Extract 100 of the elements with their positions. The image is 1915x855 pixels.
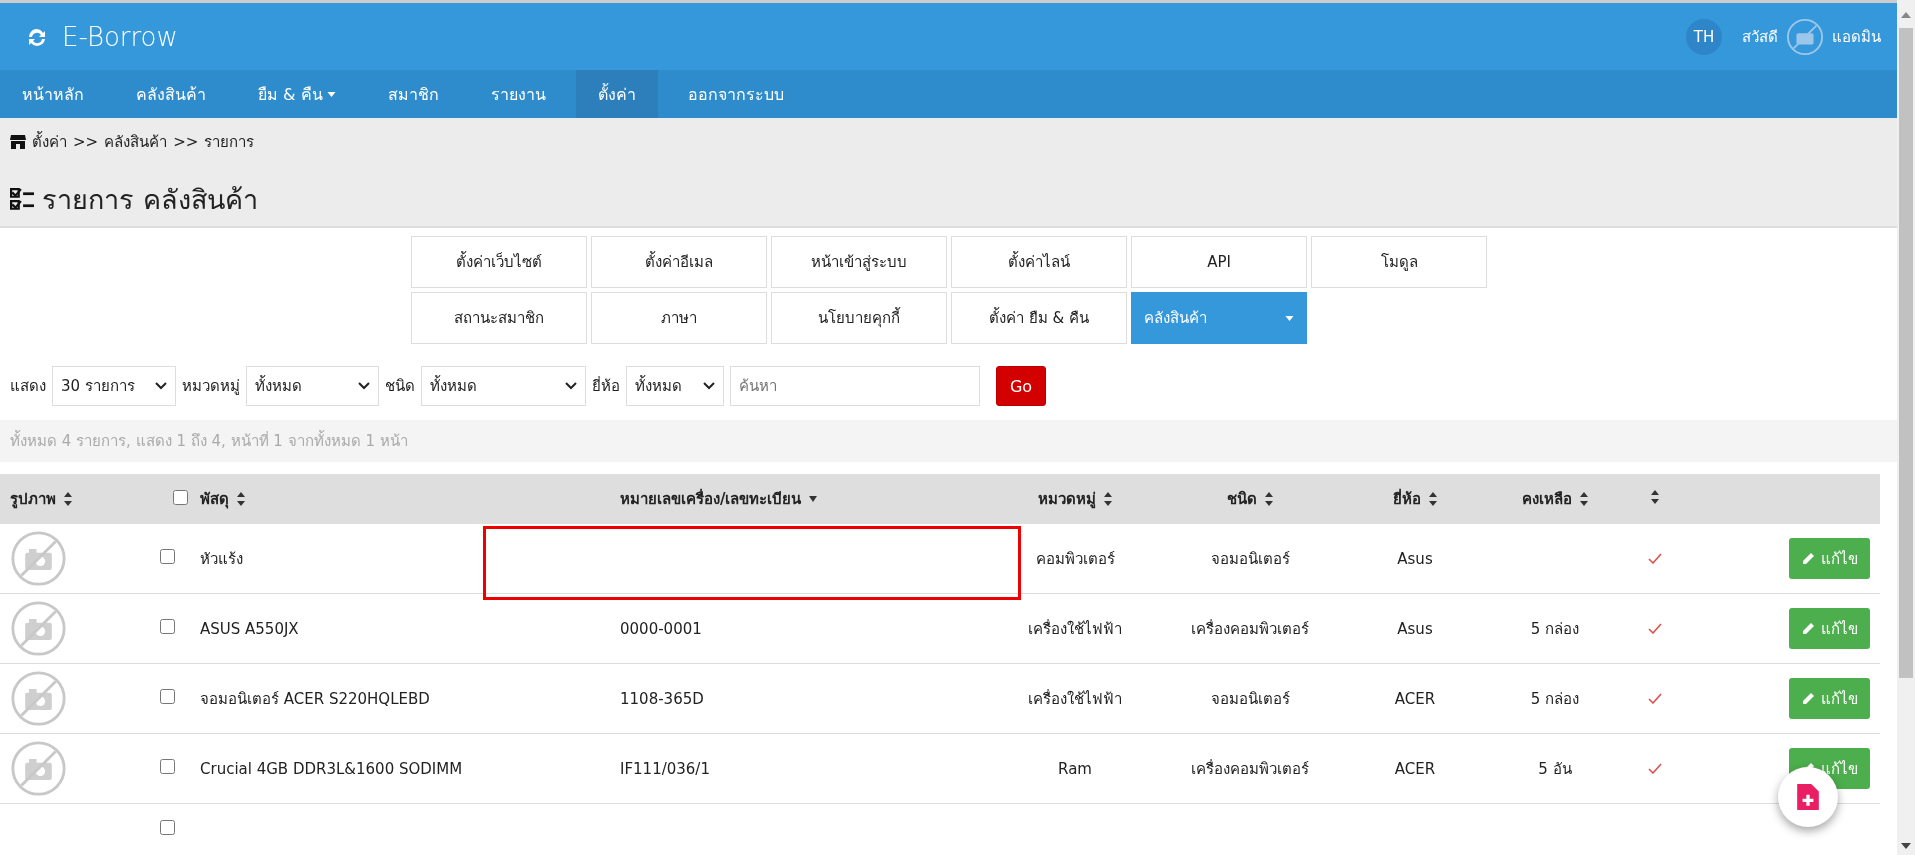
menu-item[interactable]: สมาชิก	[365, 70, 461, 118]
menu-item[interactable]: ตั้งค่า	[575, 70, 658, 118]
table-cell: ACER	[1394, 689, 1436, 708]
settings-tab[interactable]: ตั้งค่าไลน์	[951, 236, 1127, 288]
settings-tab[interactable]: นโยบายคุกกี้	[771, 292, 947, 344]
row-checkbox[interactable]	[160, 759, 175, 774]
pencil-icon	[1801, 551, 1815, 566]
settings-tab[interactable]: ตั้งค่า ยืม & คืน	[951, 292, 1127, 344]
settings-tab[interactable]: สถานะสมาชิก	[411, 292, 587, 344]
settings-tab[interactable]: API	[1131, 236, 1307, 288]
summary-text: ทั้งหมด 4 รายการ, แสดง 1 ถึง 4, หน้าที่ 1 จากทั้งหมด 1 หน้า	[10, 432, 408, 450]
table-cell: จอมอนิเตอร์ ACER S220HQLEBD	[200, 689, 430, 708]
table-cell: Asus	[1397, 619, 1433, 638]
chevron-down-icon	[155, 382, 167, 390]
table-cell: Ram	[1058, 759, 1092, 778]
row-checkbox[interactable]	[160, 549, 175, 564]
page-title: รายการ คลังสินค้า	[42, 183, 258, 217]
sort-icon[interactable]	[1580, 492, 1588, 506]
settings-tab[interactable]: ภาษา	[591, 292, 767, 344]
greeting-text: สวัสดี	[1742, 26, 1778, 48]
row-checkbox[interactable]	[160, 689, 175, 704]
search-field[interactable]: ค้นหา	[730, 366, 980, 406]
table-cell: Asus	[1397, 549, 1433, 568]
table-cell: 5 กล่อง	[1530, 689, 1580, 708]
chevron-down-icon	[703, 382, 715, 390]
language-button[interactable]: TH	[1686, 18, 1722, 55]
checklist-icon	[10, 187, 34, 212]
table-cell: 5 อัน	[1538, 759, 1572, 778]
pencil-icon	[1801, 691, 1815, 706]
column-header[interactable]: หมวดหมู่	[1038, 487, 1096, 511]
filter-dropdown[interactable]: ทั้งหมด	[421, 366, 586, 406]
filter-label: ชนิด	[385, 376, 415, 397]
go-button[interactable]: Go	[996, 366, 1046, 406]
table-cell: Crucial 4GB DDR3L&1600 SODIMM	[200, 759, 463, 778]
menu-item[interactable]: คลังสินค้า	[114, 70, 228, 118]
chevron-down-icon	[565, 382, 577, 390]
sort-icon[interactable]	[1429, 492, 1437, 506]
check-icon[interactable]	[1648, 552, 1662, 564]
no-photo-icon	[10, 530, 67, 587]
scrollbar-thumb[interactable]	[1899, 28, 1913, 678]
sort-icon[interactable]	[1651, 490, 1659, 504]
table-cell: เครื่องคอมพิวเตอร์	[1191, 619, 1309, 638]
table-cell: เครื่องใช้ไฟฟ้า	[1028, 619, 1122, 638]
file-plus-icon	[1797, 784, 1819, 810]
check-icon[interactable]	[1648, 622, 1662, 634]
table-cell: เครื่องคอมพิวเตอร์	[1191, 759, 1309, 778]
row-checkbox[interactable]	[160, 619, 175, 634]
filter-label: ยี่ห้อ	[592, 375, 620, 397]
no-photo-icon	[10, 600, 67, 657]
filter-label: แสดง	[10, 376, 46, 397]
sort-icon[interactable]	[1104, 492, 1112, 506]
no-photo-icon	[10, 670, 67, 727]
table-cell: จอมอนิเตอร์	[1210, 549, 1290, 568]
sort-icon[interactable]	[1265, 492, 1273, 506]
select-all-checkbox[interactable]	[172, 489, 188, 505]
menu-item[interactable]: หน้าหลัก	[0, 70, 106, 118]
filter-dropdown[interactable]: 30 รายการ	[52, 366, 176, 406]
pencil-icon	[1801, 621, 1815, 636]
menu-item[interactable]: ออกจากระบบ	[665, 70, 806, 118]
column-header[interactable]: ยี่ห้อ	[1393, 487, 1421, 511]
menu-item[interactable]: ยืม & คืน	[236, 70, 358, 118]
table-cell: ASUS A550JX	[200, 619, 299, 638]
table-cell: หัวแร้ง	[200, 549, 243, 568]
column-header[interactable]: พัสดุ	[200, 487, 229, 511]
store-icon	[10, 135, 26, 149]
sort-icon[interactable]	[237, 492, 245, 506]
check-icon[interactable]	[1648, 692, 1662, 704]
settings-tab[interactable]: ตั้งค่าเว็บไซต์	[411, 236, 587, 288]
filter-label: หมวดหมู่	[182, 376, 240, 397]
scroll-up-icon[interactable]	[1901, 12, 1911, 18]
breadcrumb-separator: >>	[73, 133, 99, 151]
breadcrumb-link[interactable]: ตั้งค่า	[32, 130, 67, 154]
column-header[interactable]: คงเหลือ	[1522, 487, 1572, 511]
settings-tab[interactable]: หน้าเข้าสู่ระบบ	[771, 236, 947, 288]
menu-item[interactable]: รายงาน	[468, 70, 568, 118]
table-cell: 5 กล่อง	[1530, 619, 1580, 638]
sort-descending-icon[interactable]	[809, 496, 818, 502]
table-cell: คอมพิวเตอร์	[1035, 549, 1115, 568]
no-photo-icon	[10, 740, 67, 797]
column-header[interactable]: ชนิด	[1227, 487, 1257, 511]
breadcrumb-separator: >>	[173, 133, 199, 151]
scrollbar[interactable]	[1897, 0, 1915, 855]
settings-tab[interactable]: โมดูล	[1311, 236, 1487, 288]
chevron-down-icon	[358, 382, 370, 390]
table-cell: 1108-365D	[620, 689, 704, 708]
filter-dropdown[interactable]: ทั้งหมด	[626, 366, 724, 406]
table-cell: จอมอนิเตอร์	[1210, 689, 1290, 708]
sort-icon[interactable]	[64, 492, 72, 506]
column-header[interactable]: รูปภาพ	[10, 487, 56, 511]
check-icon[interactable]	[1648, 762, 1662, 774]
table-cell: IF111/036/1	[620, 759, 710, 778]
table-cell: เครื่องใช้ไฟฟ้า	[1028, 689, 1122, 708]
table-cell: 0000-0001	[620, 619, 702, 638]
filter-dropdown[interactable]: ทั้งหมด	[246, 366, 379, 406]
settings-tab[interactable]: ตั้งค่าอีเมล	[591, 236, 767, 288]
breadcrumb-link[interactable]: รายการ	[204, 130, 255, 154]
scroll-down-icon[interactable]	[1901, 843, 1911, 849]
row-checkbox[interactable]	[160, 819, 175, 835]
table-cell: ACER	[1394, 759, 1436, 778]
breadcrumb-link[interactable]: คลังสินค้า	[104, 130, 168, 154]
